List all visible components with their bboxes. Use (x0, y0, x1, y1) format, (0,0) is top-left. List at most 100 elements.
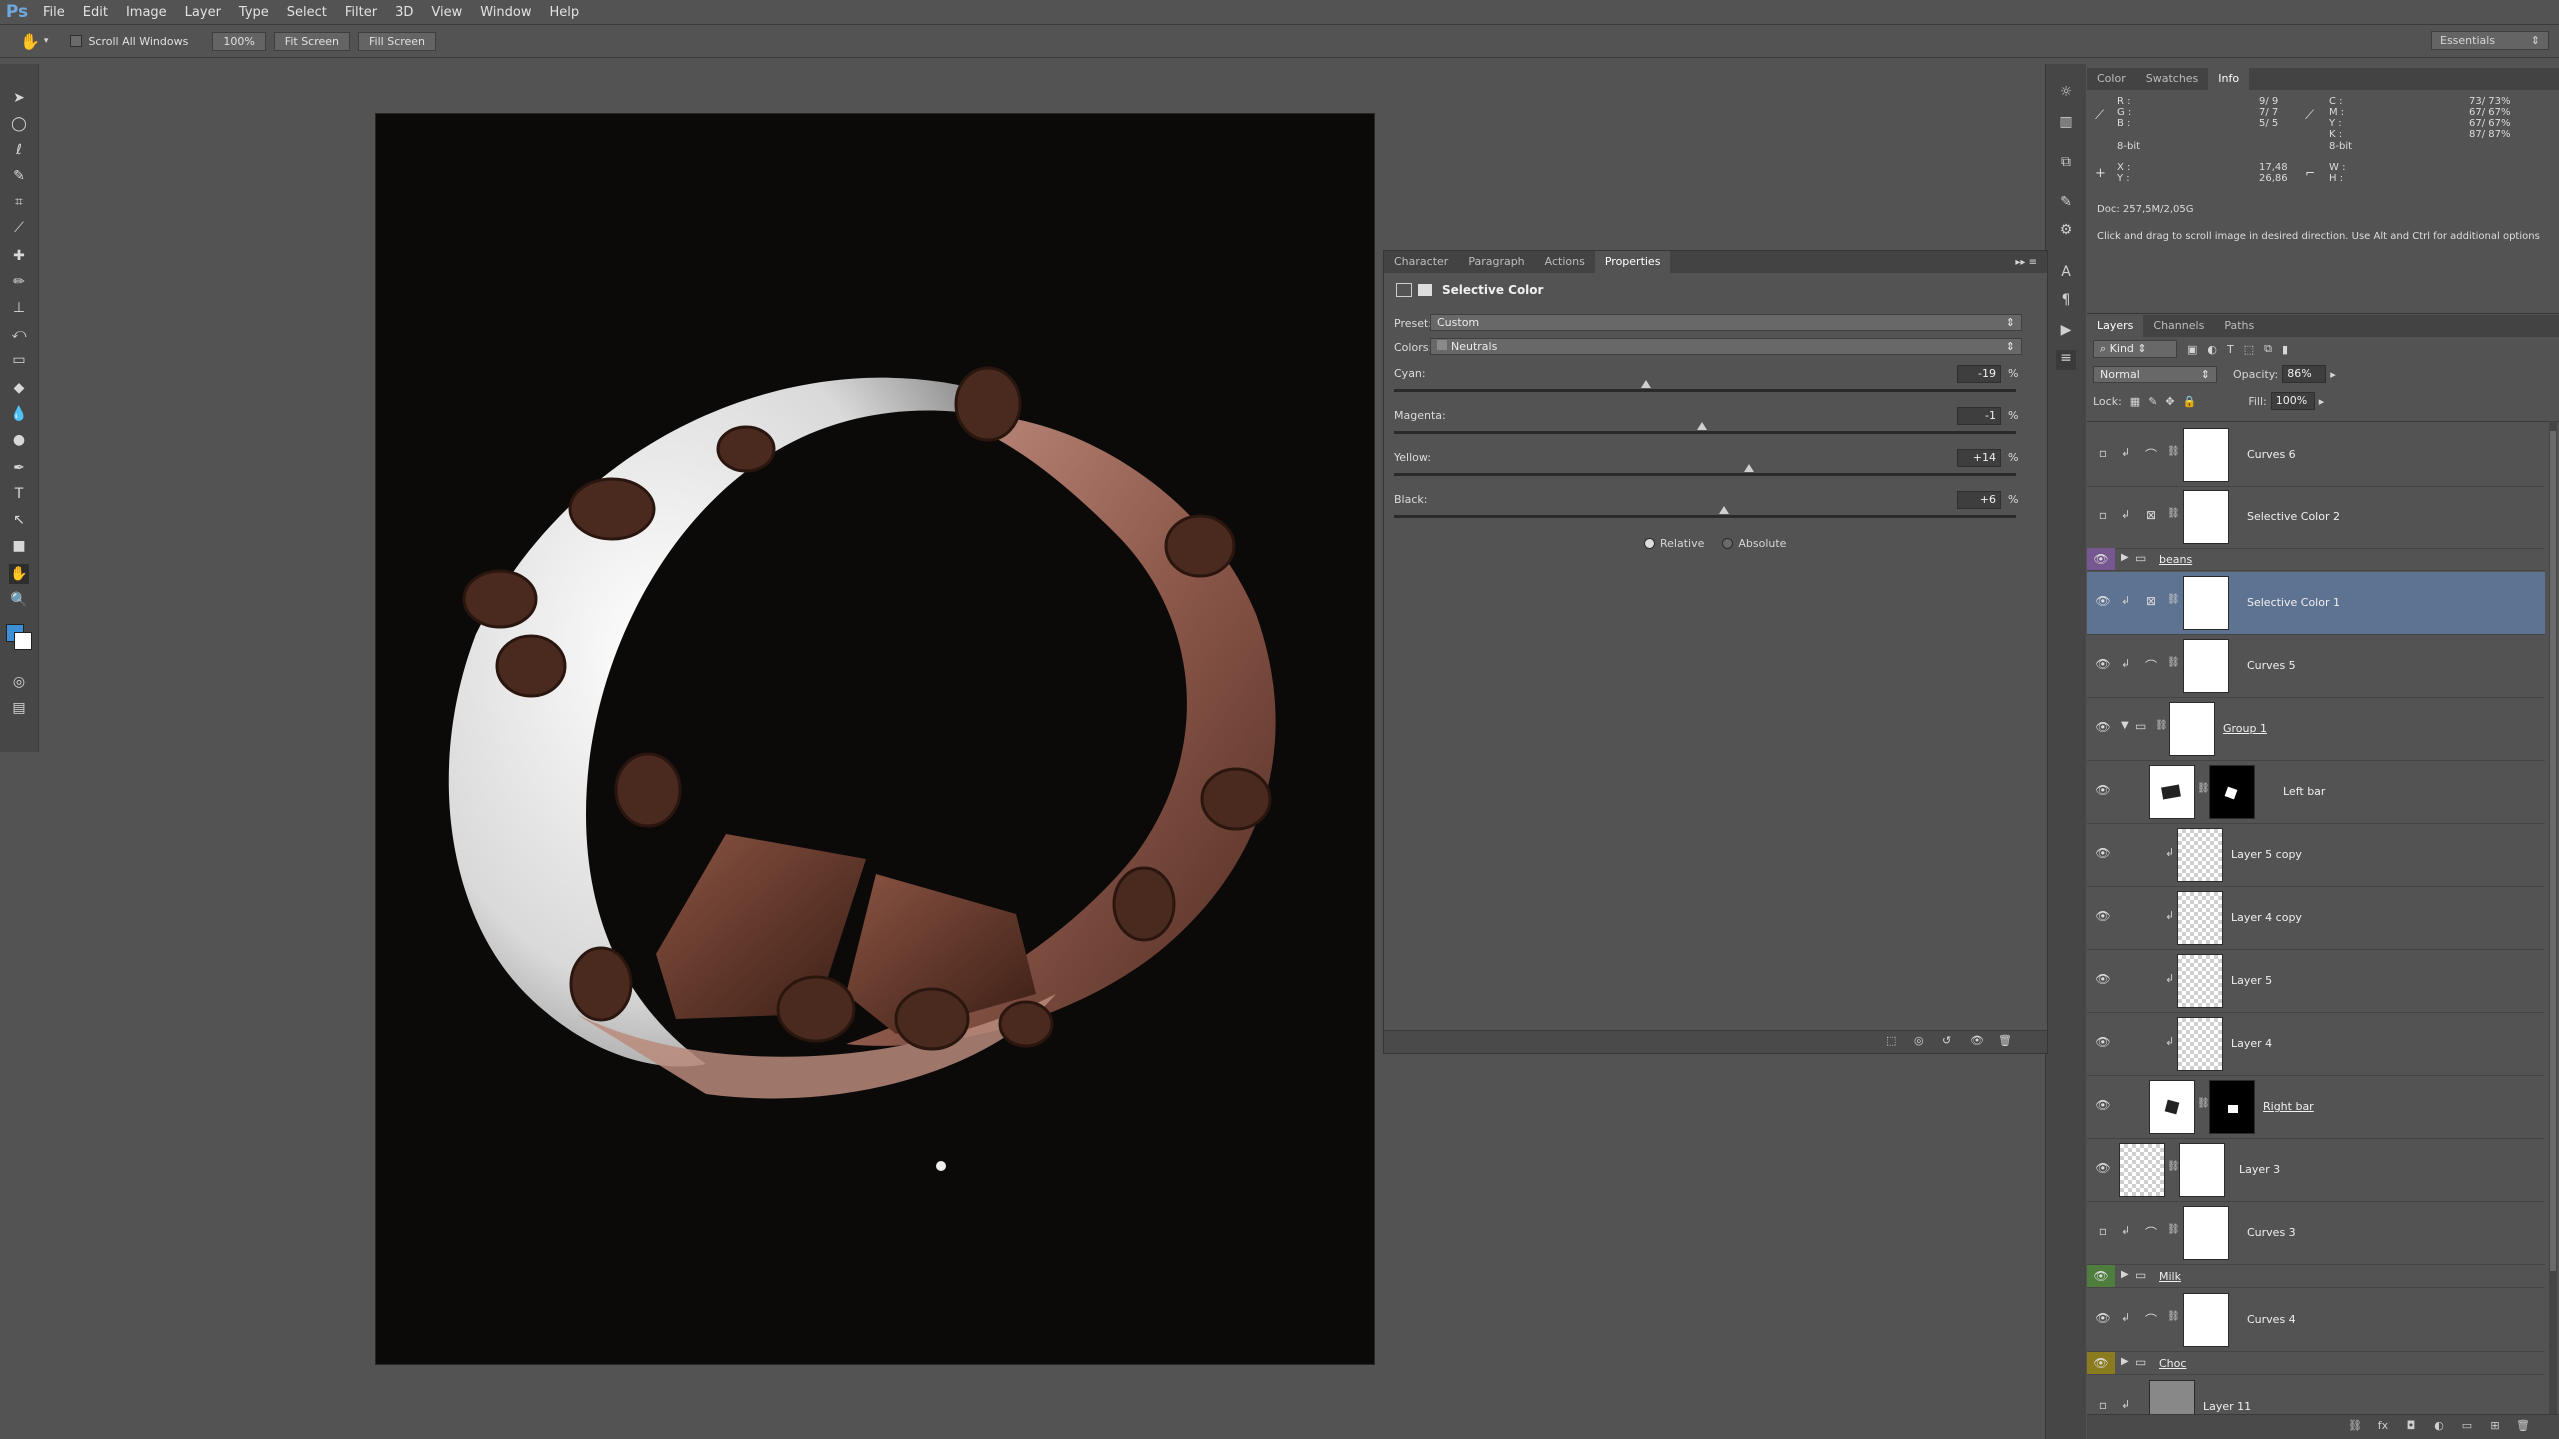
layer-name[interactable]: Curves 5 (2247, 659, 2296, 672)
group-name[interactable]: Milk (2159, 1270, 2181, 1283)
visibility-eye-icon[interactable]: 👁 (2095, 846, 2111, 862)
opacity-slider-toggle-icon[interactable]: ▸ (2330, 368, 2336, 381)
yellow-slider-track[interactable] (1394, 473, 2016, 476)
layer-group-milk[interactable]: 👁 ▶ ▭ Milk (2087, 1265, 2545, 1288)
tab-channels[interactable]: Channels (2143, 315, 2214, 337)
layer-row-curves-4[interactable]: 👁 ↲ ⌒ ⛓ Curves 4 (2087, 1289, 2545, 1352)
delete-layer-icon[interactable]: 🗑 (2515, 1419, 2531, 1435)
delete-trash-icon[interactable]: 🗑 (1998, 1034, 2012, 1047)
layer-mask-thumbnail[interactable] (2209, 765, 2255, 819)
layer-thumbnail[interactable] (2149, 1380, 2195, 1418)
layer-row-layer-4-copy[interactable]: 👁 ↲ Layer 4 copy (2087, 887, 2545, 950)
scroll-all-windows-checkbox[interactable] (70, 35, 83, 47)
layer-row-group-1[interactable]: 👁 ▼ ▭ ⛓ Group 1 (2087, 698, 2545, 761)
filter-toggle-icon[interactable]: ▮ (2282, 343, 2288, 356)
lock-image-icon[interactable]: ✎ (2148, 395, 2157, 408)
filter-kind-select[interactable]: ⌕ Kind ⇕ (2093, 340, 2177, 358)
blur-tool-icon[interactable]: 💧 (9, 404, 29, 424)
expand-arrow-icon[interactable]: ▶ (2121, 1269, 2129, 1280)
fill-input[interactable]: 100% (2270, 392, 2315, 410)
properties-panel-icon[interactable]: ≡ (2056, 350, 2076, 370)
menu-select[interactable]: Select (278, 5, 336, 20)
fill-slider-toggle-icon[interactable]: ▸ (2319, 395, 2325, 408)
link-chain-icon[interactable]: ⛓ (2155, 720, 2168, 731)
lasso-tool-icon[interactable]: ℓ (9, 140, 29, 160)
quick-selection-tool-icon[interactable]: ✎ (9, 166, 29, 186)
lock-all-icon[interactable]: 🔒 (2183, 395, 2197, 408)
layer-mask-thumbnail[interactable] (2179, 1143, 2225, 1197)
layer-mask-thumbnail[interactable] (2183, 1206, 2229, 1260)
character-panel-icon[interactable]: A (2056, 264, 2076, 284)
menu-view[interactable]: View (422, 5, 471, 20)
reset-icon[interactable]: ↺ (1942, 1034, 1951, 1047)
link-chain-icon[interactable]: ⛓ (2167, 446, 2180, 457)
link-chain-icon[interactable]: ⛓ (2197, 783, 2210, 794)
mask-icon[interactable] (1418, 284, 1432, 296)
menu-image[interactable]: Image (117, 5, 176, 20)
blend-mode-select[interactable]: Normal ⇕ (2093, 365, 2217, 383)
layer-row-selective-color-1[interactable]: 👁 ↲ ⊠ ⛓ Selective Color 1 (2087, 572, 2545, 635)
hand-tool-icon[interactable]: ✋ (9, 564, 29, 584)
layers-scrollbar[interactable] (2549, 421, 2557, 1417)
link-chain-icon[interactable]: ⛓ (2167, 1311, 2180, 1322)
marquee-tool-icon[interactable]: ◯ (9, 114, 29, 134)
layer-thumbnail[interactable] (2177, 891, 2223, 945)
visibility-eye-icon[interactable]: 👁 (2087, 548, 2115, 570)
visibility-eye-icon[interactable]: 👁 (1970, 1034, 1984, 1047)
move-tool-icon[interactable]: ➤ (9, 88, 29, 108)
background-color-swatch[interactable] (14, 632, 32, 650)
filter-smart-object-icon[interactable]: ⧉ (2264, 342, 2272, 356)
layer-row-left-bar[interactable]: 👁 ⛓ Left bar (2087, 761, 2545, 824)
zoom-100-button[interactable]: 100% (212, 31, 266, 51)
clip-to-layer-icon[interactable]: ⬚ (1886, 1034, 1896, 1047)
filter-type-icon[interactable]: T (2227, 343, 2234, 356)
tool-presets-panel-icon[interactable]: ⚙ (2056, 222, 2076, 242)
fill-screen-button[interactable]: Fill Screen (358, 31, 437, 51)
tab-layers[interactable]: Layers (2087, 315, 2144, 337)
brush-panel-icon[interactable]: ✎ (2056, 194, 2076, 214)
link-chain-icon[interactable]: ⛓ (2167, 657, 2180, 668)
layer-thumbnail[interactable] (2177, 1017, 2223, 1071)
yellow-slider-thumb[interactable] (1743, 464, 1754, 472)
layer-group-beans[interactable]: 👁 ▶ ▭ beans (2087, 548, 2545, 571)
hand-tool-icon[interactable]: ✋ (20, 32, 40, 51)
layer-name[interactable]: Selective Color 2 (2247, 510, 2340, 523)
fit-screen-button[interactable]: Fit Screen (273, 31, 351, 51)
new-group-icon[interactable]: ▭ (2459, 1419, 2475, 1435)
collapse-arrow-icon[interactable]: ▼ (2121, 720, 2129, 731)
layer-mask-thumbnail[interactable] (2183, 1293, 2229, 1347)
magenta-slider-track[interactable] (1394, 431, 2016, 434)
visibility-eye-icon[interactable]: 👁 (2095, 594, 2111, 610)
link-chain-icon[interactable]: ⛓ (2167, 508, 2180, 519)
tab-properties[interactable]: Properties (1594, 251, 1671, 273)
menu-window[interactable]: Window (471, 5, 540, 20)
rectangle-tool-icon[interactable]: ■ (9, 536, 29, 556)
layer-row-curves-5[interactable]: 👁 ↲ ⌒ ⛓ Curves 5 (2087, 635, 2545, 698)
link-chain-icon[interactable]: ⛓ (2167, 594, 2180, 605)
layer-name[interactable]: Left bar (2283, 785, 2325, 798)
layer-thumbnail[interactable] (2149, 765, 2195, 819)
link-chain-icon[interactable]: ⛓ (2167, 1161, 2180, 1172)
workspace-switcher[interactable]: Essentials ⇕ (2431, 31, 2549, 50)
layer-row-layer-11[interactable]: ▫ ↲ Layer 11 (2087, 1376, 2545, 1418)
relative-radio[interactable] (1644, 538, 1655, 549)
type-tool-icon[interactable]: T (9, 484, 29, 504)
menu-type[interactable]: Type (230, 5, 278, 20)
menu-edit[interactable]: Edit (74, 5, 117, 20)
layer-name[interactable]: Layer 4 (2231, 1037, 2272, 1050)
cyan-slider-thumb[interactable] (1640, 380, 1651, 388)
visibility-off-box[interactable]: ▫ (2095, 1224, 2111, 1240)
layer-row-layer-4[interactable]: 👁 ↲ Layer 4 (2087, 1013, 2545, 1076)
document-canvas[interactable] (376, 114, 1374, 1364)
visibility-eye-icon[interactable]: 👁 (2095, 783, 2111, 799)
visibility-eye-icon[interactable]: 👁 (2095, 1035, 2111, 1051)
black-slider-track[interactable] (1394, 515, 2016, 518)
layer-thumbnail[interactable] (2119, 1143, 2165, 1197)
tab-paths[interactable]: Paths (2214, 315, 2264, 337)
yellow-value-input[interactable]: +14 (1957, 449, 2001, 467)
history-brush-tool-icon[interactable]: ⤺ (9, 324, 29, 344)
group-name[interactable]: beans (2159, 553, 2192, 566)
visibility-off-box[interactable]: ▫ (2095, 446, 2111, 462)
layer-row-layer-3[interactable]: 👁 ⛓ Layer 3 (2087, 1139, 2545, 1202)
layer-thumbnail[interactable] (2177, 828, 2223, 882)
